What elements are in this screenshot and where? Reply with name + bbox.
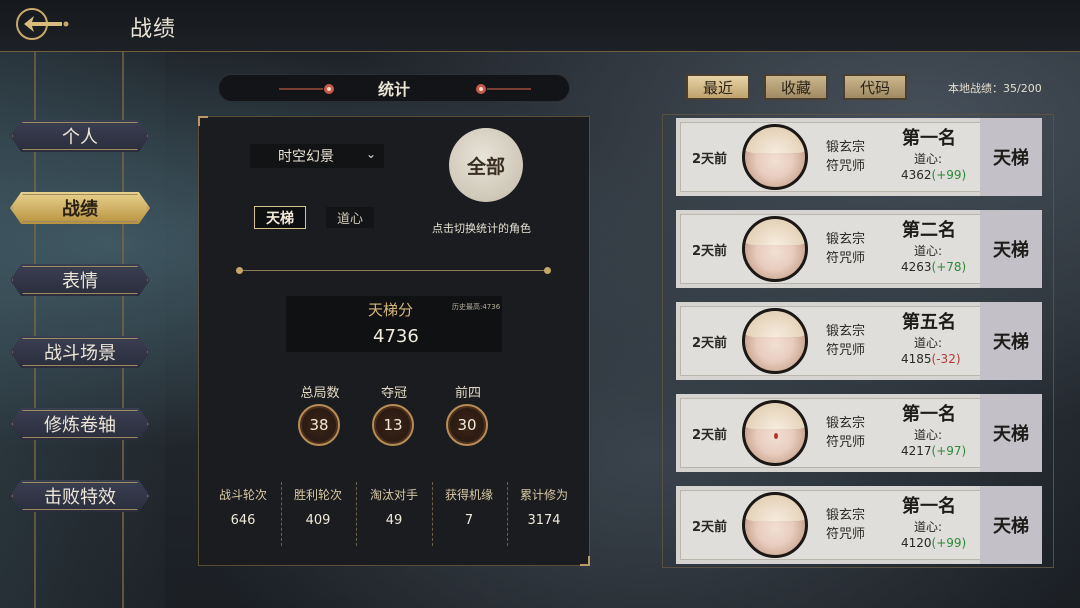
record-mode: 天梯 — [980, 302, 1042, 380]
stat-win-rounds: 胜利轮次 409 — [280, 486, 356, 528]
role-switch-button[interactable]: 全部 — [449, 128, 523, 202]
dao-value: 4185(-32) — [901, 352, 961, 366]
record-time: 2天前 — [692, 428, 728, 443]
tab-ladder[interactable]: 天梯 — [254, 206, 306, 229]
menu-item-cultivation-scroll[interactable]: 修炼卷轴 — [10, 408, 150, 440]
dao-value: 4362(+99) — [901, 168, 967, 182]
dao-value: 4263(+78) — [901, 260, 967, 274]
ring-label-total: 总局数 — [300, 386, 340, 401]
chevron-down-icon: ⌄ — [365, 147, 376, 161]
record-rank: 第一名 — [902, 404, 956, 425]
record-sect: 锻玄宗 符咒师 — [826, 508, 866, 542]
record-mode: 天梯 — [980, 394, 1042, 472]
local-record-count: 本地战绩：35/200 — [948, 82, 1042, 95]
record-time: 2天前 — [692, 152, 728, 167]
ring-total: 38 — [298, 404, 340, 446]
stat-value: 3174 — [527, 513, 561, 528]
dao-value: 4217(+97) — [901, 444, 967, 458]
record-sect: 锻玄宗 符咒师 — [826, 140, 866, 174]
menu-item-label: 表情 — [62, 271, 98, 292]
record-rank: 第一名 — [902, 128, 956, 149]
menu-item-label: 战斗场景 — [44, 343, 116, 364]
menu-item-battle-scene[interactable]: 战斗场景 — [10, 336, 150, 368]
stat-battle-rounds: 战斗轮次 646 — [205, 486, 281, 528]
stat-label: 获得机缘 — [444, 488, 493, 502]
avatar — [742, 308, 808, 374]
dao-label: 道心: — [914, 152, 943, 166]
divider — [240, 270, 548, 271]
ring-label-win: 夺冠 — [380, 386, 407, 401]
dao-value: 4120(+99) — [901, 536, 967, 550]
tab-recent[interactable]: 最近 — [686, 74, 750, 100]
avatar — [742, 400, 808, 466]
record-card[interactable]: 2天前 锻玄宗 符咒师 第一名 道心: 4120(+99) 天梯 — [676, 486, 1042, 564]
record-time: 2天前 — [692, 244, 728, 259]
stat-cultivation: 累计修为 3174 — [506, 486, 582, 528]
avatar — [742, 216, 808, 282]
avatar — [742, 492, 808, 558]
menu-item-emotes[interactable]: 表情 — [10, 264, 150, 296]
record-mode: 天梯 — [980, 118, 1042, 196]
stat-label: 淘汰对手 — [369, 488, 418, 502]
stats-header: 统计 — [218, 74, 570, 102]
record-rank: 第五名 — [902, 312, 956, 333]
score-best: 历史最高:4736 — [452, 303, 501, 311]
record-mode: 天梯 — [980, 210, 1042, 288]
record-card[interactable]: 2天前 锻玄宗 符咒师 第一名 道心: 4217(+97) 天梯 — [676, 394, 1042, 472]
ornament-right-icon — [476, 84, 531, 94]
record-rank: 第二名 — [902, 220, 956, 241]
record-rank: 第一名 — [902, 496, 956, 517]
ring-win: 13 — [372, 404, 414, 446]
menu-item-label: 战绩 — [62, 199, 98, 220]
record-time: 2天前 — [692, 520, 728, 535]
back-button[interactable] — [14, 6, 70, 42]
record-card[interactable]: 2天前 锻玄宗 符咒师 第一名 道心: 4362(+99) 天梯 — [676, 118, 1042, 196]
tab-code[interactable]: 代码 — [843, 74, 907, 100]
score-value: 4736 — [373, 326, 419, 347]
stat-label: 战斗轮次 — [218, 488, 267, 502]
ornament-left-icon — [279, 84, 334, 94]
ring-label-top4: 前四 — [454, 386, 481, 401]
record-sect: 锻玄宗 符咒师 — [826, 232, 866, 266]
record-mode: 天梯 — [980, 486, 1042, 564]
menu-item-personal[interactable]: 个人 — [10, 120, 150, 152]
role-switch-label: 全部 — [466, 155, 505, 178]
record-sect: 锻玄宗 符咒师 — [826, 324, 866, 358]
record-sect: 锻玄宗 符咒师 — [826, 416, 866, 450]
stat-eliminated: 淘汰对手 49 — [356, 486, 432, 528]
stat-label: 胜利轮次 — [293, 488, 342, 502]
menu-item-label: 修炼卷轴 — [44, 415, 116, 436]
record-card[interactable]: 2天前 锻玄宗 符咒师 第二名 道心: 4263(+78) 天梯 — [676, 210, 1042, 288]
stat-value: 49 — [385, 513, 403, 528]
tab-favorites[interactable]: 收藏 — [764, 74, 828, 100]
divider-dot — [544, 267, 551, 274]
menu-item-records[interactable]: 战绩 — [10, 192, 150, 224]
back-arrow-icon — [16, 8, 69, 40]
dao-label: 道心: — [914, 428, 943, 442]
dao-label: 道心: — [914, 336, 943, 350]
stat-value: 7 — [464, 513, 474, 528]
record-time: 2天前 — [692, 336, 728, 351]
stats-title: 统计 — [377, 80, 410, 99]
stat-value: 646 — [230, 513, 256, 528]
divider-dot — [236, 267, 243, 274]
page-title: 战绩 — [130, 17, 177, 42]
mode-select-value: 时空幻景 — [278, 149, 334, 165]
dao-label: 道心: — [914, 244, 943, 258]
menu-item-label: 击败特效 — [44, 487, 116, 508]
stat-fortune: 获得机缘 7 — [431, 486, 507, 528]
role-hint: 点击切换统计的角色 — [432, 222, 531, 235]
menu-item-defeat-effect[interactable]: 击败特效 — [10, 480, 150, 512]
score-label: 天梯分 — [368, 301, 414, 319]
top-bar: 战绩 — [0, 0, 1080, 52]
tab-daoxin[interactable]: 道心 — [326, 207, 374, 228]
stat-value: 409 — [305, 513, 331, 528]
record-card[interactable]: 2天前 锻玄宗 符咒师 第五名 道心: 4185(-32) 天梯 — [676, 302, 1042, 380]
menu-item-label: 个人 — [62, 127, 98, 148]
avatar — [742, 124, 808, 190]
dao-label: 道心: — [914, 520, 943, 534]
mode-select[interactable]: 时空幻景 ⌄ — [250, 144, 384, 168]
stat-label: 累计修为 — [519, 488, 568, 502]
ring-top4: 30 — [446, 404, 488, 446]
